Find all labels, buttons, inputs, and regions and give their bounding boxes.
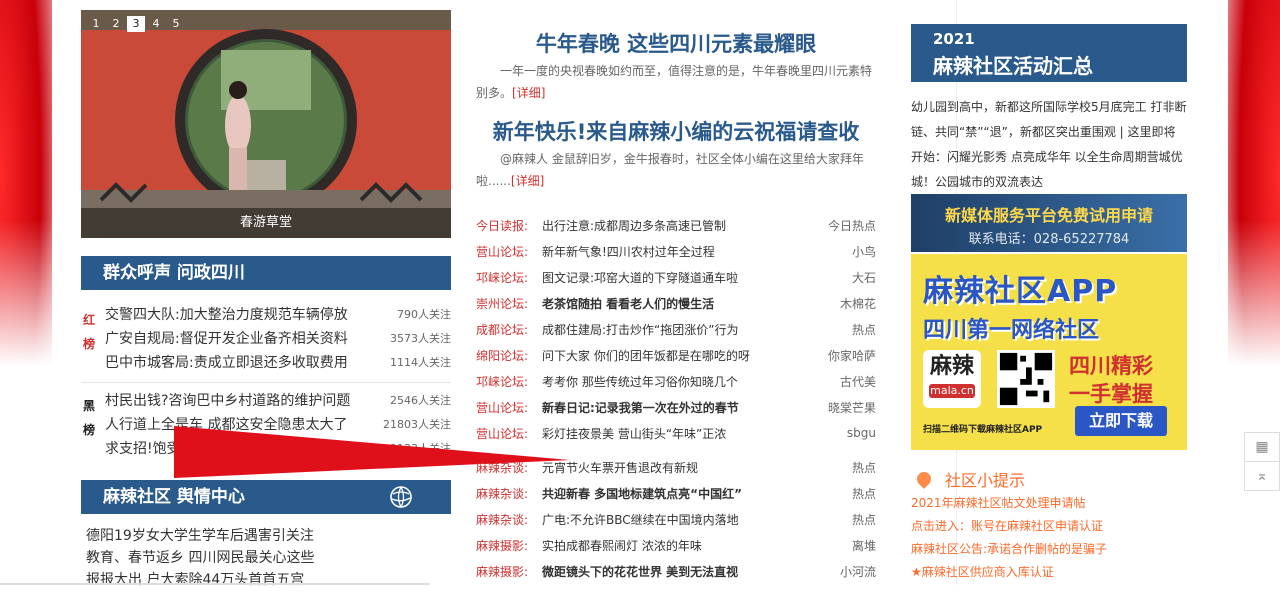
slider-dot[interactable]: 5 — [167, 16, 185, 32]
list-item[interactable]: 营山论坛: 新春日记:记录我第一次在外过的春节 晓棠芒果 — [476, 394, 876, 420]
list-item[interactable]: 麻辣杂谈: 元宵节火车票开售退改有新规 热点 — [476, 454, 876, 480]
ad-phone: 联系电话：028-65227784 — [968, 232, 1130, 247]
list-item[interactable]: 营山论坛: 彩灯挂夜景美 营山街头“年味”正浓 sbgu — [476, 420, 876, 446]
more-link-2[interactable]: [详细] — [511, 174, 544, 188]
list-item[interactable]: 广安自规局:督促开发企业备齐相关资料 3573人关注 — [105, 326, 451, 350]
list-item[interactable]: 今日读报: 出行注意:成都周边多条高速已管制 今日热点 — [476, 212, 876, 238]
media-platform-ad[interactable]: 新媒体服务平台免费试用申请 联系电话：028-65227784 — [911, 194, 1187, 252]
slider-photo — [81, 10, 451, 238]
list-divider — [81, 382, 451, 383]
globe-icon — [390, 486, 412, 508]
ad-title: 新媒体服务平台免费试用申请 — [944, 206, 1153, 225]
activity-text[interactable]: 幼儿园到高中，新都这所国际学校5月底完工 打非断链、共同“禁”“退”，新都区突出… — [911, 95, 1187, 195]
list-item[interactable]: 村民出钱?咨询巴中乡村道路的维护问题 2546人关注 — [105, 388, 451, 412]
list-item[interactable]: 成都论坛: 成都住建局:打击炒作“拖团涨价”行为 热点 — [476, 316, 876, 342]
community-tips: 社区小提示 2021年麻辣社区帖文处理申请帖 点击进入：账号在麻辣社区申请认证 … — [911, 466, 1187, 584]
black-list-badge: 黑榜 — [82, 399, 95, 437]
list-item[interactable]: 营山论坛: 新年新气象!四川农村过年全过程 小鸟 — [476, 238, 876, 264]
location-pin-icon — [914, 469, 934, 489]
list-item[interactable]: 麻辣摄影: 实拍成都春熙闹灯 浓浓的年味 离堆 — [476, 532, 876, 558]
app-caption: 扫描二维码下载麻辣社区APP — [923, 425, 1043, 435]
section-header-yuqing[interactable]: 麻辣社区 舆情中心 — [81, 480, 451, 514]
app-subtitle: 四川第一网络社区 — [923, 318, 1100, 343]
banner-year: 2021 — [933, 30, 975, 48]
section-title: 麻辣社区 舆情中心 — [103, 487, 245, 507]
summary-2: @麻辣人 金鼠辞旧岁，金牛报春时，社区全体小编在这里给大家拜年啦......[详… — [476, 152, 864, 188]
list-item[interactable]: 邛崃论坛: 图文记录:邛窑大道的下穿隧道通车啦 大石 — [476, 264, 876, 290]
opinion-list: 德阳19岁女大学生学车后遇害引关注 教育、春节返乡 四川网民最关心这些 报报大出… — [86, 525, 446, 591]
section-title: 群众呼声 问政四川 — [103, 263, 245, 283]
app-slogan-1: 四川精彩 — [1069, 354, 1153, 378]
left-red-background — [0, 0, 52, 585]
headline-2[interactable]: 新年快乐!来自麻辣小编的云祝福请查收 — [476, 116, 876, 146]
more-link-1[interactable]: [详细] — [512, 86, 545, 100]
slider-dot[interactable]: 1 — [87, 16, 105, 32]
qr-code — [997, 350, 1055, 408]
list-item[interactable]: 崇州论坛: 老茶馆随拍 看看老人们的慢生活 木棉花 — [476, 290, 876, 316]
right-red-background — [1228, 0, 1280, 585]
image-slider[interactable]: 1 2 3 4 5 春游草堂 — [81, 10, 451, 238]
activity-summary-banner[interactable]: 2021 麻辣社区活动汇总 — [911, 24, 1187, 82]
tip-link[interactable]: ★麻辣社区供应商入库认证 — [911, 561, 1187, 584]
floating-toolbar: ▦ ⌅ — [1244, 432, 1280, 491]
list-item[interactable]: 德阳19岁女大学生学车后遇害引关注 — [86, 525, 446, 547]
list-item[interactable]: 绵阳论坛: 问下大家 你们的团年饭都是在哪吃的呀 你家哈萨 — [476, 342, 876, 368]
list-item[interactable]: 交警四大队:加大整治力度规范车辆停放 790人关注 — [105, 302, 451, 326]
tips-header: 社区小提示 — [911, 466, 1187, 492]
list-item[interactable]: 教育、春节返乡 四川网民最关心这些 — [86, 547, 446, 569]
slider-caption[interactable]: 春游草堂 — [81, 208, 451, 238]
section-header-wenzheng[interactable]: 群众呼声 问政四川 — [81, 256, 451, 290]
list-item[interactable]: 麻辣杂谈: 共迎新春 多国地标建筑点亮“中国红” 热点 — [476, 480, 876, 506]
list-item[interactable]: 麻辣摄影: 微距镜头下的花花世界 美到无法直视 小河流 — [476, 558, 876, 584]
list-item[interactable]: 巴中市城客局:责成立即退还多收取费用 1114人关注 — [105, 350, 451, 374]
list-item[interactable]: 麻辣杂谈: 广电:不允许BBC继续在中国境内落地 热点 — [476, 506, 876, 532]
tip-link[interactable]: 点击进入：账号在麻辣社区申请认证 — [911, 515, 1187, 538]
download-button[interactable]: 立即下载 — [1075, 406, 1167, 436]
slider-dot[interactable]: 4 — [147, 16, 165, 32]
list-item[interactable]: 邛崃论坛: 考考你 那些传统过年习俗你知晓几个 古代美 — [476, 368, 876, 394]
red-list-badge: 红榜 — [82, 313, 95, 351]
list-item[interactable]: 报报大出 户大索除44万头首首五宫 — [86, 569, 446, 591]
slider-pagination: 1 2 3 4 5 — [87, 16, 185, 32]
slider-dot-active[interactable]: 3 — [127, 16, 145, 32]
forum-list: 今日读报: 出行注意:成都周边多条高速已管制 今日热点 营山论坛: 新年新气象!四川农… — [476, 212, 876, 584]
app-download-banner[interactable]: 麻辣社区APP 四川第一网络社区 麻辣 mala.cn 四川精彩 一手掌握 立即… — [911, 254, 1187, 450]
app-slogan-2: 一手掌握 — [1069, 382, 1153, 406]
tip-link[interactable]: 麻辣社区公告:承诺合作删帖的是骗子 — [911, 538, 1187, 561]
app-title: 麻辣社区APP — [923, 274, 1118, 309]
summary-1: 一年一度的央视春晚如约而至，值得注意的是，牛年春晚里四川元素特别多。[详细] — [476, 64, 873, 100]
qr-icon[interactable]: ▦ — [1244, 432, 1280, 462]
tip-link[interactable]: 2021年麻辣社区帖文处理申请帖 — [911, 492, 1187, 515]
banner-title: 麻辣社区活动汇总 — [933, 54, 1093, 78]
back-to-top-icon[interactable]: ⌅ — [1244, 462, 1280, 491]
slider-dot[interactable]: 2 — [107, 16, 125, 32]
headline-1[interactable]: 牛年春晚 这些四川元素最耀眼 — [476, 28, 876, 58]
app-logo: 麻辣 mala.cn — [923, 350, 981, 408]
